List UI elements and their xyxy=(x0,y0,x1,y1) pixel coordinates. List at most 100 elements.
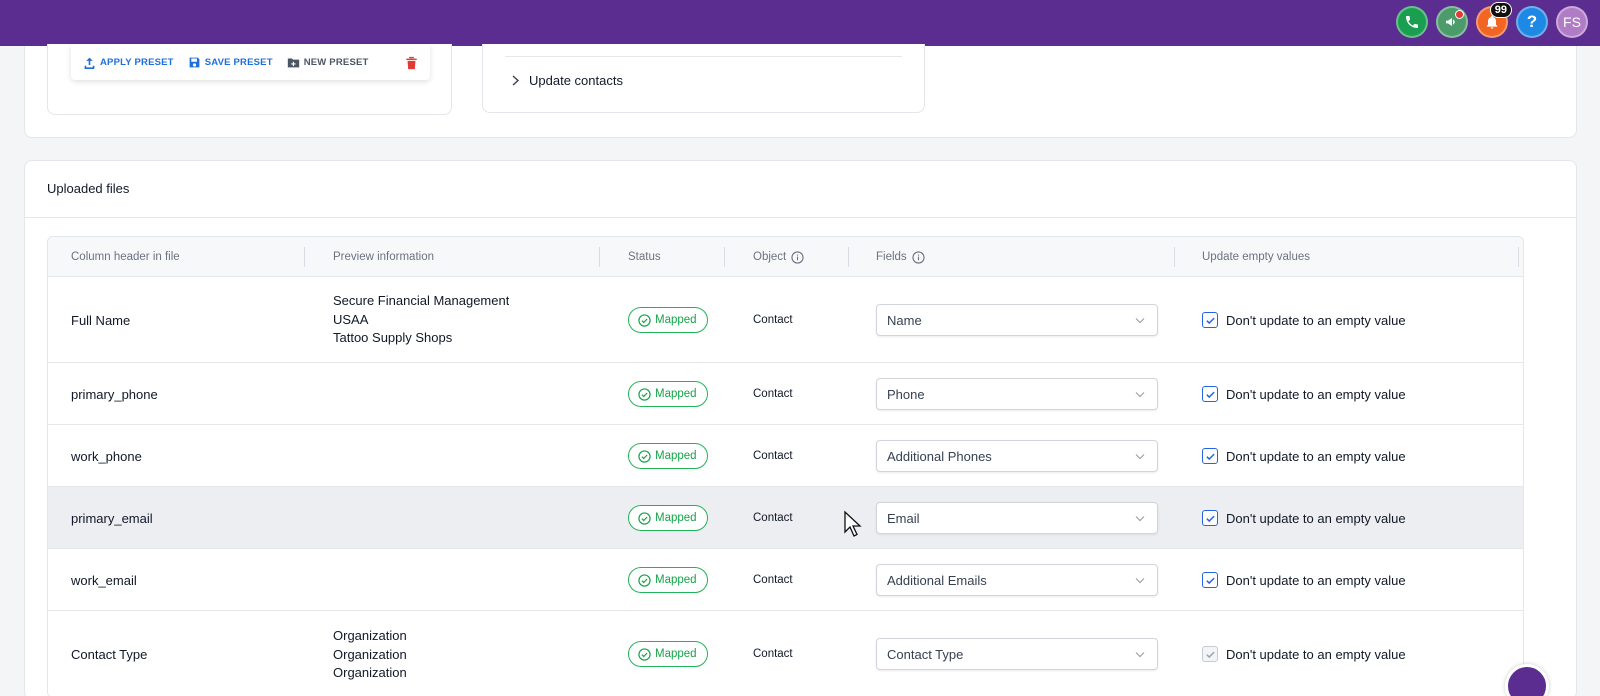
preview-line: Organization xyxy=(333,665,407,680)
update-empty-label: Don't update to an empty value xyxy=(1226,448,1406,464)
checkmark-icon xyxy=(1205,577,1215,584)
top-bar: 99 ? FS xyxy=(0,0,1600,46)
update-cell: Don't update to an empty value xyxy=(1202,611,1406,696)
check-circle-icon xyxy=(638,449,651,463)
preview-line: USAA xyxy=(333,311,369,327)
apply-preset-button[interactable]: APPLY PRESET xyxy=(83,56,174,69)
chevron-down-icon xyxy=(1135,577,1145,583)
column-header-cell: Full Name xyxy=(71,312,131,328)
column-header-status: Status xyxy=(628,251,661,263)
update-empty-checkbox[interactable] xyxy=(1202,386,1218,402)
column-header-cell: primary_phone xyxy=(71,386,158,402)
status-badge: Mapped xyxy=(628,567,708,593)
table-row: primary_email Mapped Contact Email Don't upd… xyxy=(48,487,1523,549)
update-empty-checkbox[interactable] xyxy=(1202,312,1218,328)
preset-card: APPLY PRESET SAVE PRESET NEW PRESET xyxy=(47,44,452,115)
chevron-down-icon xyxy=(1135,651,1145,657)
divider xyxy=(25,217,1576,218)
column-header-cell: work_email xyxy=(71,572,137,588)
status-cell: Mapped xyxy=(628,363,708,425)
status-label: Mapped xyxy=(655,648,697,660)
field-select[interactable]: Additional Emails xyxy=(876,564,1158,596)
field-select[interactable]: Additional Phones xyxy=(876,440,1158,472)
bell-icon[interactable]: 99 xyxy=(1476,2,1512,38)
megaphone-icon[interactable] xyxy=(1436,6,1468,38)
check-circle-icon xyxy=(638,387,651,401)
table-body: Full Name Secure Financial Management USAA… xyxy=(48,277,1523,696)
field-select-value: Contact Type xyxy=(887,646,964,662)
update-cell: Don't update to an empty value xyxy=(1202,363,1406,425)
field-select[interactable]: Contact Type xyxy=(876,638,1158,670)
preset-toolbar: APPLY PRESET SAVE PRESET NEW PRESET xyxy=(71,44,430,80)
mouse-cursor-icon xyxy=(844,510,862,537)
chevron-down-icon xyxy=(1135,453,1145,459)
field-cell: Additional Phones xyxy=(876,425,1158,487)
notification-dot xyxy=(1455,10,1464,19)
column-separator[interactable] xyxy=(304,247,305,267)
object-cell: Contact xyxy=(753,512,793,524)
update-empty-checkbox[interactable] xyxy=(1202,510,1218,526)
preview-line: Tattoo Supply Shops xyxy=(333,330,453,346)
status-badge: Mapped xyxy=(628,443,708,469)
help-button[interactable]: ? xyxy=(1516,6,1548,38)
object-cell: Contact xyxy=(753,450,793,462)
field-select[interactable]: Email xyxy=(876,502,1158,534)
checkmark-icon xyxy=(1205,651,1215,658)
column-header-update: Update empty values xyxy=(1202,251,1311,263)
update-empty-label: Don't update to an empty value xyxy=(1226,386,1406,402)
update-empty-checkbox[interactable] xyxy=(1202,646,1218,662)
object-cell: Contact xyxy=(753,574,793,586)
table-row: primary_phone Mapped Contact Phone Don't upd… xyxy=(48,363,1523,425)
info-icon[interactable] xyxy=(791,250,804,264)
update-contacts-toggle[interactable]: Update contacts xyxy=(511,73,623,88)
avatar[interactable]: FS xyxy=(1556,6,1588,38)
field-select[interactable]: Name xyxy=(876,304,1158,336)
column-separator[interactable] xyxy=(1174,247,1175,267)
info-icon[interactable] xyxy=(912,250,925,264)
status-cell: Mapped xyxy=(628,611,708,696)
status-cell: Mapped xyxy=(628,487,708,549)
table-header: Column header in file Preview informatio… xyxy=(48,237,1523,277)
divider xyxy=(505,56,902,57)
chevron-down-icon xyxy=(1135,317,1145,323)
update-cell: Don't update to an empty value xyxy=(1202,277,1406,363)
status-cell: Mapped xyxy=(628,549,708,611)
checkmark-icon xyxy=(1205,317,1215,324)
column-header-object: Object xyxy=(753,237,804,277)
checkmark-icon xyxy=(1205,391,1215,398)
uploaded-files-title: Uploaded files xyxy=(47,181,130,196)
preview-line: Organization xyxy=(333,628,407,643)
object-cell: Contact xyxy=(753,648,793,660)
status-badge: Mapped xyxy=(628,641,708,667)
status-label: Mapped xyxy=(655,388,697,400)
update-empty-label: Don't update to an empty value xyxy=(1226,646,1406,662)
new-preset-button[interactable]: NEW PRESET xyxy=(287,56,369,69)
column-separator[interactable] xyxy=(1518,247,1519,267)
trash-icon[interactable] xyxy=(405,56,418,70)
chevron-down-icon xyxy=(1135,515,1145,521)
column-separator[interactable] xyxy=(848,247,849,267)
update-contacts-card: Update contacts xyxy=(482,44,925,113)
table-row: work_email Mapped Contact Additional Emails… xyxy=(48,549,1523,611)
import-settings-panel: APPLY PRESET SAVE PRESET NEW PRESET Upda… xyxy=(24,44,1577,138)
table-row: Full Name Secure Financial Management USAA… xyxy=(48,277,1523,363)
save-icon xyxy=(189,57,200,67)
status-label: Mapped xyxy=(655,314,697,326)
check-circle-icon xyxy=(638,573,651,587)
table-row: work_phone Mapped Contact Additional Phones… xyxy=(48,425,1523,487)
column-header-cell: Contact Type xyxy=(71,646,148,662)
column-separator[interactable] xyxy=(599,247,600,267)
field-select[interactable]: Phone xyxy=(876,378,1158,410)
column-separator[interactable] xyxy=(724,247,725,267)
status-cell: Mapped xyxy=(628,277,708,363)
update-empty-checkbox[interactable] xyxy=(1202,448,1218,464)
save-preset-button[interactable]: SAVE PRESET xyxy=(188,56,273,69)
field-select-value: Additional Phones xyxy=(887,448,992,464)
update-empty-checkbox[interactable] xyxy=(1202,572,1218,588)
notification-count: 99 xyxy=(1489,2,1512,18)
status-badge: Mapped xyxy=(628,505,708,531)
phone-icon[interactable] xyxy=(1396,6,1428,38)
save-preset-label: SAVE PRESET xyxy=(204,56,273,68)
field-select-value: Additional Emails xyxy=(887,572,987,588)
upload-icon xyxy=(84,57,95,69)
